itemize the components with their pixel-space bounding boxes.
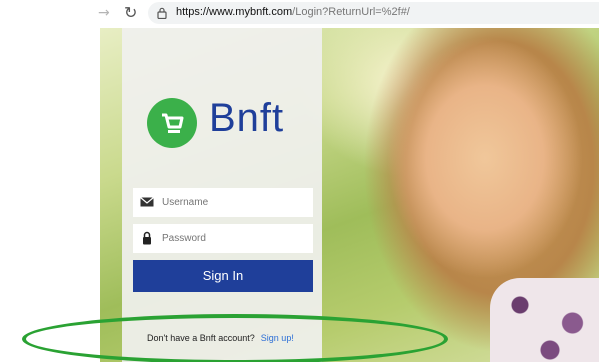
envelope-icon <box>140 197 154 207</box>
login-page: Bnft Sign In Don't have a Bnft account?S… <box>0 28 599 362</box>
address-url: https://www.mybnft.com/Login?ReturnUrl=%… <box>176 6 410 18</box>
username-field[interactable] <box>133 188 313 217</box>
username-input[interactable] <box>162 188 307 217</box>
sign-in-button[interactable]: Sign In <box>133 260 313 292</box>
url-host: https://www.mybnft.com <box>176 6 293 18</box>
browser-toolbar: → ↻ https://www.mybnft.com/Login?ReturnU… <box>0 0 599 28</box>
padlock-icon <box>143 231 151 245</box>
url-path: /Login?ReturnUrl=%2f#/ <box>292 6 410 18</box>
address-bar[interactable]: https://www.mybnft.com/Login?ReturnUrl=%… <box>148 2 599 24</box>
brand-name: Bnft <box>209 96 285 140</box>
brand-logo: Bnft <box>147 96 307 152</box>
password-input[interactable] <box>162 224 307 253</box>
reload-icon[interactable]: ↻ <box>124 3 137 22</box>
password-field[interactable] <box>133 224 313 253</box>
photo-dress-pattern <box>490 278 599 362</box>
annotation-ellipse <box>22 314 448 362</box>
lock-icon <box>157 7 167 19</box>
cart-icon <box>147 98 197 148</box>
forward-icon[interactable]: → <box>98 5 110 21</box>
